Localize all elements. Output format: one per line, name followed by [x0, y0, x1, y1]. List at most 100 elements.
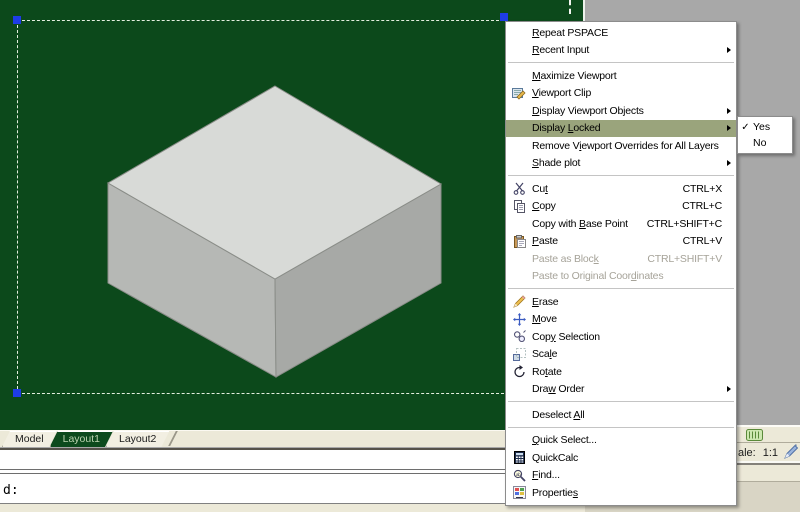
menu-icon-spacer [506, 270, 532, 283]
viewport-scale-control[interactable]: ale: 1:1 [738, 447, 778, 459]
display-locked-submenu: ✓ Yes No [737, 116, 793, 154]
menu-icon-spacer [506, 383, 532, 396]
copy-icon [506, 199, 532, 213]
scale-icon [506, 347, 532, 361]
menu-item-label: Quick Select... [532, 434, 597, 447]
menu-item-recent-input[interactable]: Recent Input [506, 42, 736, 60]
selection-border-top [17, 20, 504, 21]
menu-icon-spacer [506, 217, 532, 230]
tab-layout2[interactable]: Layout2 [106, 431, 169, 447]
menu-icon-spacer [506, 122, 532, 135]
menu-item-shortcut: CTRL+SHIFT+V [647, 252, 722, 265]
command-splitter[interactable] [0, 469, 585, 474]
annotation-scale-icon[interactable] [746, 428, 763, 446]
menu-item-copy[interactable]: Copy CTRL+C [506, 198, 736, 216]
menu-item-repeat-pspace[interactable]: Repeat PSPACE [506, 24, 736, 42]
tab-label: Layout1 [62, 433, 100, 445]
viewport-clip-icon [506, 87, 532, 100]
cut-icon [506, 182, 532, 196]
copy-selection-icon [506, 330, 532, 343]
menu-item-paste-as-block: Paste as Block CTRL+SHIFT+V [506, 250, 736, 268]
menu-item-label: Copy Selection [532, 330, 600, 343]
menu-icon-spacer [506, 252, 532, 265]
menu-item-rotate[interactable]: Rotate [506, 363, 736, 381]
menu-item-label: Rotate [532, 365, 562, 378]
menu-item-paste[interactable]: Paste CTRL+V [506, 233, 736, 251]
grip-top-left[interactable] [13, 16, 21, 24]
menu-item-label: Erase [532, 295, 559, 308]
layout-tab-bar: Model Layout1 Layout2 [0, 430, 585, 447]
menu-item-shortcut: CTRL+SHIFT+C [646, 217, 722, 230]
menu-item-label: Scale [532, 348, 558, 361]
menu-item-label: Display Locked [532, 122, 601, 135]
command-prompt-text: d: [3, 483, 19, 498]
menu-icon-spacer [506, 408, 532, 421]
menu-item-label: Paste [532, 235, 558, 248]
submenu-item-yes[interactable]: ✓ Yes [738, 119, 792, 135]
submenu-arrow-icon [727, 107, 731, 114]
menu-item-label: Cut [532, 182, 548, 195]
menu-separator [506, 285, 736, 293]
menu-item-maximize-viewport[interactable]: Maximize Viewport [506, 67, 736, 85]
submenu-arrow-icon [727, 47, 731, 53]
menu-item-display-viewport-objects[interactable]: Display Viewport Objects [506, 102, 736, 120]
menu-item-erase[interactable]: Erase [506, 293, 736, 311]
menu-item-label: Viewport Clip [532, 87, 592, 100]
tab-edge-decoration [168, 431, 179, 446]
3d-box-solid[interactable] [0, 0, 585, 430]
status-strip-left [0, 504, 585, 512]
tab-label: Model [15, 433, 44, 445]
erase-icon [506, 295, 532, 309]
tab-model[interactable]: Model [2, 431, 57, 447]
menu-item-find[interactable]: ab Find... [506, 467, 736, 485]
menu-item-properties[interactable]: Properties [506, 484, 736, 502]
move-icon [506, 312, 532, 326]
menu-item-label: Shade plot [532, 157, 581, 170]
menu-item-deselect-all[interactable]: Deselect All [506, 406, 736, 424]
menu-item-quickcalc[interactable]: QuickCalc [506, 449, 736, 467]
viewport-border-dash [569, 0, 572, 14]
menu-item-label: Repeat PSPACE [532, 26, 609, 39]
menu-item-shortcut: CTRL+C [682, 200, 722, 213]
find-icon: ab [506, 469, 532, 482]
menu-item-shortcut: CTRL+X [682, 182, 723, 195]
context-menu: Repeat PSPACE Recent Input Maximize Viewpo… [505, 21, 737, 506]
menu-icon-spacer [506, 434, 532, 447]
menu-separator [506, 424, 736, 432]
paperspace-viewport[interactable] [0, 0, 585, 430]
scale-label: ale: [738, 447, 756, 459]
grip-top-right[interactable] [500, 13, 508, 21]
menu-item-copy-selection[interactable]: Copy Selection [506, 328, 736, 346]
menu-item-copy-with-base-point[interactable]: Copy with Base Point CTRL+SHIFT+C [506, 215, 736, 233]
menu-item-draw-order[interactable]: Draw Order [506, 381, 736, 399]
paste-icon [506, 234, 532, 248]
grip-bottom-left[interactable] [13, 389, 21, 397]
menu-item-label: Maximize Viewport [532, 69, 617, 82]
menu-item-remove-viewport-overrides-for-all-layers[interactable]: Remove Viewport Overrides for All Layers [506, 137, 736, 155]
menu-item-display-locked[interactable]: Display Locked [506, 119, 736, 137]
menu-item-shade-plot[interactable]: Shade plot [506, 155, 736, 173]
menu-item-scale[interactable]: Scale [506, 346, 736, 364]
menu-item-quick-select[interactable]: Quick Select... [506, 432, 736, 450]
menu-item-label: Deselect All [532, 408, 585, 421]
submenu-item-label: No [753, 137, 767, 149]
menu-item-label: QuickCalc [532, 451, 579, 464]
autocad-window: Model Layout1 Layout2 d: ale: 1:1 Repeat PS… [0, 0, 800, 512]
quickcalc-icon [506, 451, 532, 465]
menu-item-viewport-clip[interactable]: Viewport Clip [506, 85, 736, 103]
menu-item-label: Copy with Base Point [532, 217, 628, 230]
submenu-arrow-icon [727, 160, 731, 166]
menu-item-label: Paste as Block [532, 252, 599, 265]
menu-item-label: Move [532, 313, 557, 326]
submenu-item-no[interactable]: No [738, 135, 792, 151]
command-window[interactable]: d: [0, 448, 585, 504]
selection-border-left [17, 20, 18, 394]
menu-separator [506, 398, 736, 406]
menu-icon-spacer [506, 104, 532, 117]
menu-item-move[interactable]: Move [506, 311, 736, 329]
rotate-icon [506, 365, 532, 378]
selection-border-bottom [17, 393, 504, 394]
annotation-pencil-icon[interactable] [783, 444, 799, 464]
menu-item-cut[interactable]: Cut CTRL+X [506, 180, 736, 198]
tab-layout1[interactable]: Layout1 [50, 431, 113, 447]
